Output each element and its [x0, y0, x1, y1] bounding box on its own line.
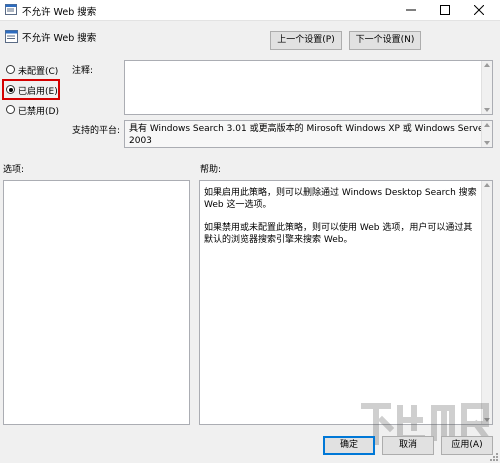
close-icon	[474, 5, 484, 15]
help-pane: 如果启用此策略，则可以删除通过 Windows Desktop Search 搜…	[199, 180, 493, 425]
platform-scrollbar[interactable]	[481, 121, 492, 147]
setting-title: 不允许 Web 搜索	[22, 33, 97, 44]
policy-setting-icon	[5, 30, 18, 43]
scroll-up-icon[interactable]	[484, 63, 490, 67]
radio-circle[interactable]	[6, 105, 15, 114]
next-setting-button[interactable]: 下一个设置(N)	[349, 31, 421, 50]
policy-settings-icon	[5, 4, 17, 15]
supported-platform-text: 具有 Windows Search 3.01 或更高版本的 Mirosoft W…	[129, 124, 488, 146]
maximize-icon	[440, 5, 450, 15]
supported-platform-box: 具有 Windows Search 3.01 或更高版本的 Mirosoft W…	[124, 120, 493, 148]
close-button[interactable]	[462, 0, 496, 20]
previous-setting-button[interactable]: 上一个设置(P)	[270, 31, 342, 50]
help-label: 帮助:	[200, 165, 222, 175]
comment-scrollbar[interactable]	[481, 61, 492, 114]
help-scrollbar[interactable]	[481, 181, 492, 424]
scroll-down-icon[interactable]	[484, 108, 490, 112]
minimize-icon	[406, 9, 416, 11]
options-pane	[3, 180, 190, 425]
window-title: 不允许 Web 搜索	[22, 7, 97, 18]
maximize-button[interactable]	[428, 0, 462, 20]
title-bar: 不允许 Web 搜索	[0, 0, 500, 21]
radio-label: 未配置(C)	[18, 67, 59, 77]
minimize-button[interactable]	[394, 0, 428, 20]
scroll-up-icon[interactable]	[484, 183, 490, 187]
apply-button[interactable]: 应用(A)	[441, 436, 493, 455]
options-label: 选项:	[3, 165, 25, 175]
supported-platform-label: 支持的平台:	[72, 126, 121, 136]
scroll-down-icon[interactable]	[484, 141, 490, 145]
resize-grip-icon[interactable]	[489, 452, 499, 462]
comment-label: 注释:	[72, 66, 94, 76]
comment-textarea[interactable]	[124, 60, 493, 115]
ok-button[interactable]: 确定	[323, 436, 375, 455]
scroll-up-icon[interactable]	[484, 123, 490, 127]
help-paragraph: 如果禁用或未配置此策略，则可以使用 Web 选项，用户可以通过其默认的浏览器搜索…	[204, 223, 473, 245]
help-paragraph: 如果启用此策略，则可以删除通过 Windows Desktop Search 搜…	[204, 188, 477, 210]
cancel-button[interactable]: 取消	[382, 436, 434, 455]
enabled-highlight-box	[2, 79, 60, 100]
radio-circle[interactable]	[6, 65, 15, 74]
radio-label: 已禁用(D)	[18, 107, 59, 117]
